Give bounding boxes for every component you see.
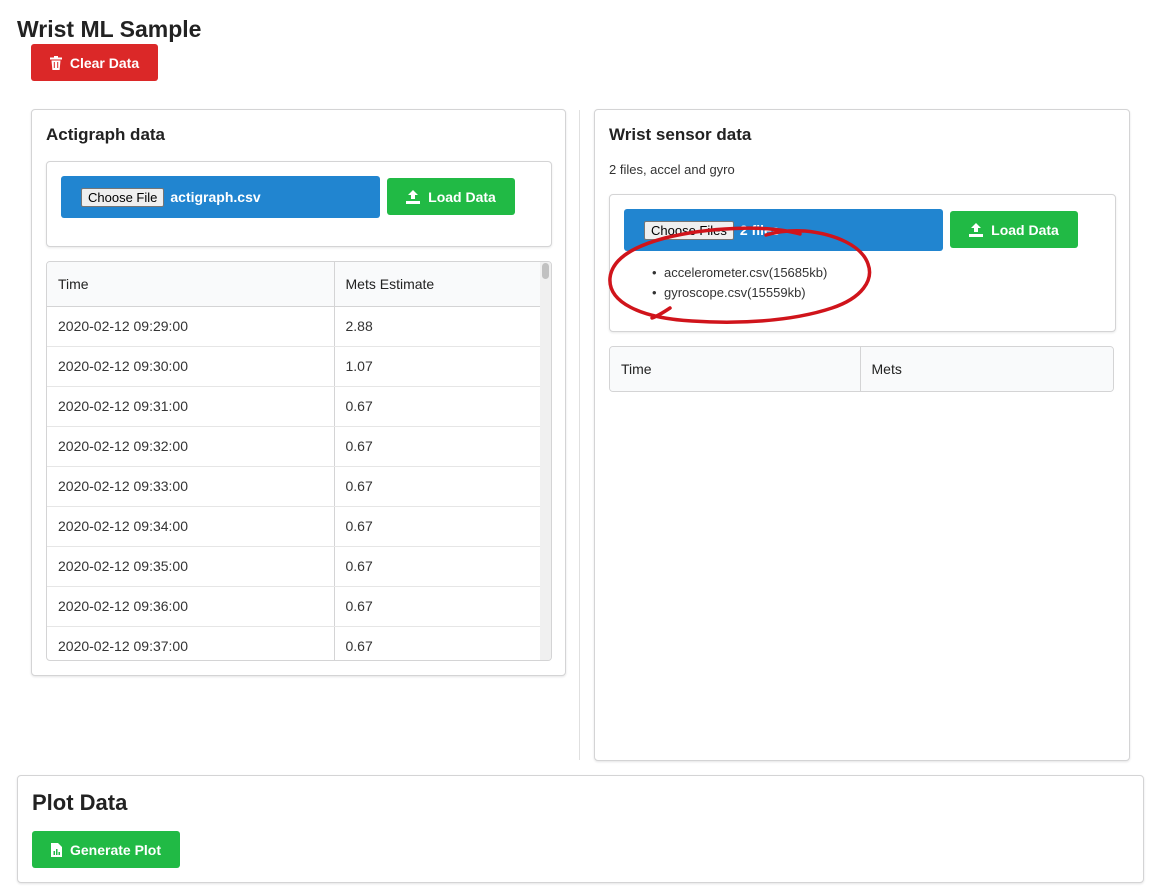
upload-icon — [406, 189, 421, 204]
time-cell: 2020-02-12 09:31:00 — [47, 386, 335, 427]
plot-title: Plot Data — [32, 790, 128, 815]
table-row: 2020-02-12 09:31:00 0.67 — [47, 386, 551, 427]
column-divider — [579, 110, 580, 760]
mets-cell: 0.67 — [334, 426, 551, 467]
column-header-mets[interactable]: Mets — [860, 347, 1113, 391]
wrist-sensor-subtitle: 2 files, accel and gyro — [609, 162, 735, 177]
table-row: 2020-02-12 09:29:00 2.88 — [47, 306, 551, 347]
time-cell: 2020-02-12 09:34:00 — [47, 506, 335, 547]
table-scrollbar[interactable] — [540, 262, 551, 660]
load-data-label: Load Data — [991, 221, 1059, 238]
actigraph-card: Actigraph data Choose File actigraph.csv… — [31, 109, 566, 676]
table-row: 2020-02-12 09:32:00 0.67 — [47, 426, 551, 467]
clear-data-label: Clear Data — [69, 54, 140, 71]
mets-cell: 0.67 — [334, 546, 551, 587]
plot-card: Plot Data Generate Plot — [17, 775, 1144, 883]
time-cell: 2020-02-12 09:32:00 — [47, 426, 335, 467]
clear-data-button[interactable]: Clear Data — [31, 44, 158, 81]
table-row: 2020-02-12 09:36:00 0.67 — [47, 586, 551, 627]
time-cell: 2020-02-12 09:37:00 — [47, 626, 335, 660]
mets-cell: 0.67 — [334, 466, 551, 507]
page-title: Wrist ML Sample — [17, 16, 202, 42]
scrollbar-thumb[interactable] — [542, 263, 549, 279]
actigraph-load-data-button[interactable]: Load Data — [387, 178, 515, 215]
mets-cell: 0.67 — [334, 386, 551, 427]
time-cell: 2020-02-12 09:36:00 — [47, 586, 335, 627]
table-row: 2020-02-12 09:33:00 0.67 — [47, 466, 551, 507]
actigraph-upload-panel: Choose File actigraph.csv Load Data — [46, 161, 552, 247]
column-header-time[interactable]: Time — [610, 347, 861, 391]
mets-cell: 1.07 — [334, 346, 551, 387]
wrist-sensor-card: Wrist sensor data 2 files, accel and gyr… — [594, 109, 1130, 761]
table-row: 2020-02-12 09:35:00 0.67 — [47, 546, 551, 587]
load-data-label: Load Data — [428, 188, 496, 205]
time-cell: 2020-02-12 09:33:00 — [47, 466, 335, 507]
actigraph-title: Actigraph data — [46, 125, 166, 144]
table-row: 2020-02-12 09:30:00 1.07 — [47, 346, 551, 387]
chart-file-icon — [50, 842, 62, 857]
selected-file-name: actigraph.csv — [170, 189, 261, 205]
trash-icon — [49, 55, 62, 70]
table-header-row: Time Mets Estimate — [47, 262, 551, 307]
actigraph-table: Time Mets Estimate 2020-02-12 09:29:00 2.… — [46, 261, 552, 661]
time-cell: 2020-02-12 09:29:00 — [47, 306, 335, 347]
time-cell: 2020-02-12 09:30:00 — [47, 346, 335, 387]
table-header-row: Time Mets — [610, 347, 1113, 391]
column-header-time[interactable]: Time — [47, 262, 335, 307]
table-row: 2020-02-12 09:34:00 0.67 — [47, 506, 551, 547]
wrist-table: Time Mets — [609, 346, 1114, 392]
choose-file-button[interactable]: Choose File — [81, 187, 165, 207]
table-row: 2020-02-12 09:37:00 0.67 — [47, 626, 551, 660]
upload-icon — [969, 222, 984, 237]
generate-plot-label: Generate Plot — [69, 841, 162, 858]
mets-cell: 0.67 — [334, 586, 551, 627]
wrist-sensor-title: Wrist sensor data — [609, 125, 752, 144]
annotation-circle — [608, 226, 872, 324]
actigraph-file-input[interactable]: Choose File actigraph.csv — [61, 176, 380, 218]
time-cell: 2020-02-12 09:35:00 — [47, 546, 335, 587]
mets-cell: 0.67 — [334, 506, 551, 547]
wrist-load-data-button[interactable]: Load Data — [950, 211, 1078, 248]
column-header-mets-estimate[interactable]: Mets Estimate — [334, 262, 551, 307]
generate-plot-button[interactable]: Generate Plot — [32, 831, 180, 868]
mets-cell: 2.88 — [334, 306, 551, 347]
mets-cell: 0.67 — [334, 626, 551, 660]
